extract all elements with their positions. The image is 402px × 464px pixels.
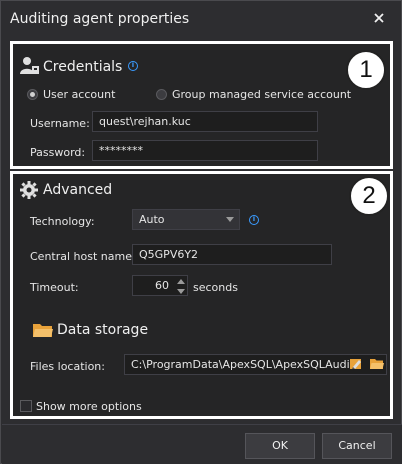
technology-select-value: Auto (139, 213, 165, 226)
data-storage-title: Data storage (57, 322, 149, 338)
step-badge-1: 1 (346, 50, 386, 90)
username-input[interactable]: quest\rejhan.kuc (92, 111, 318, 132)
technology-info-icon[interactable]: i (249, 215, 259, 225)
stepper-arrows[interactable] (175, 277, 186, 296)
info-icon[interactable]: i (128, 61, 138, 71)
radio-user-account[interactable]: User account (27, 88, 115, 101)
files-location-value: C:\ProgramData\ApexSQL\ApexSQLAudit (131, 358, 355, 371)
technology-select[interactable]: Auto (132, 209, 240, 230)
dialog-window: Auditing agent properties 1 Credentials … (0, 0, 402, 464)
timeout-value: 60 (155, 279, 169, 292)
folder-icon (33, 324, 53, 337)
advanced-title: Advanced (43, 182, 113, 198)
radio-gmsa[interactable]: Group managed service account (156, 88, 351, 101)
radio-indicator-checked (27, 89, 38, 100)
show-more-label: Show more options (36, 400, 142, 413)
advanced-panel: 2 Advanced Technology: Auto i Central ho… (10, 171, 393, 419)
close-button[interactable] (371, 10, 387, 26)
radio-user-account-label: User account (43, 88, 116, 101)
show-more-checkbox[interactable] (20, 400, 32, 412)
arrow-down-icon[interactable] (177, 289, 185, 294)
timeout-unit: seconds (193, 281, 238, 294)
cancel-button[interactable]: Cancel (322, 433, 392, 459)
password-input[interactable]: ******** (92, 140, 318, 161)
browse-folder-icon[interactable] (369, 357, 384, 371)
credentials-panel: 1 Credentials i User account Group manag… (10, 41, 393, 169)
chevron-down-icon (226, 217, 234, 222)
central-host-input[interactable]: Q5GPV6Y2 (132, 244, 332, 265)
close-icon (374, 13, 384, 23)
user-key-icon (20, 57, 39, 74)
credentials-title: Credentials (43, 59, 123, 75)
radio-indicator (156, 89, 167, 100)
timeout-stepper[interactable]: 60 (132, 275, 188, 296)
dialog-footer: OK Cancel (2, 424, 402, 464)
password-label: Password: (30, 146, 86, 159)
radio-gmsa-label: Group managed service account (172, 88, 352, 101)
timeout-label: Timeout: (30, 281, 79, 294)
ok-button[interactable]: OK (245, 433, 315, 459)
arrow-up-icon[interactable] (177, 279, 185, 284)
title-bar: Auditing agent properties (1, 1, 401, 37)
central-host-label: Central host name: (30, 250, 136, 263)
username-label: Username: (30, 117, 90, 130)
gear-icon (20, 181, 38, 199)
step-badge-2: 2 (349, 176, 389, 216)
files-location-input[interactable]: C:\ProgramData\ApexSQL\ApexSQLAudit (124, 354, 387, 375)
edit-folder-icon[interactable] (349, 357, 363, 371)
window-title: Auditing agent properties (10, 11, 190, 27)
files-location-label: Files location: (30, 360, 105, 373)
technology-label: Technology: (30, 215, 95, 228)
